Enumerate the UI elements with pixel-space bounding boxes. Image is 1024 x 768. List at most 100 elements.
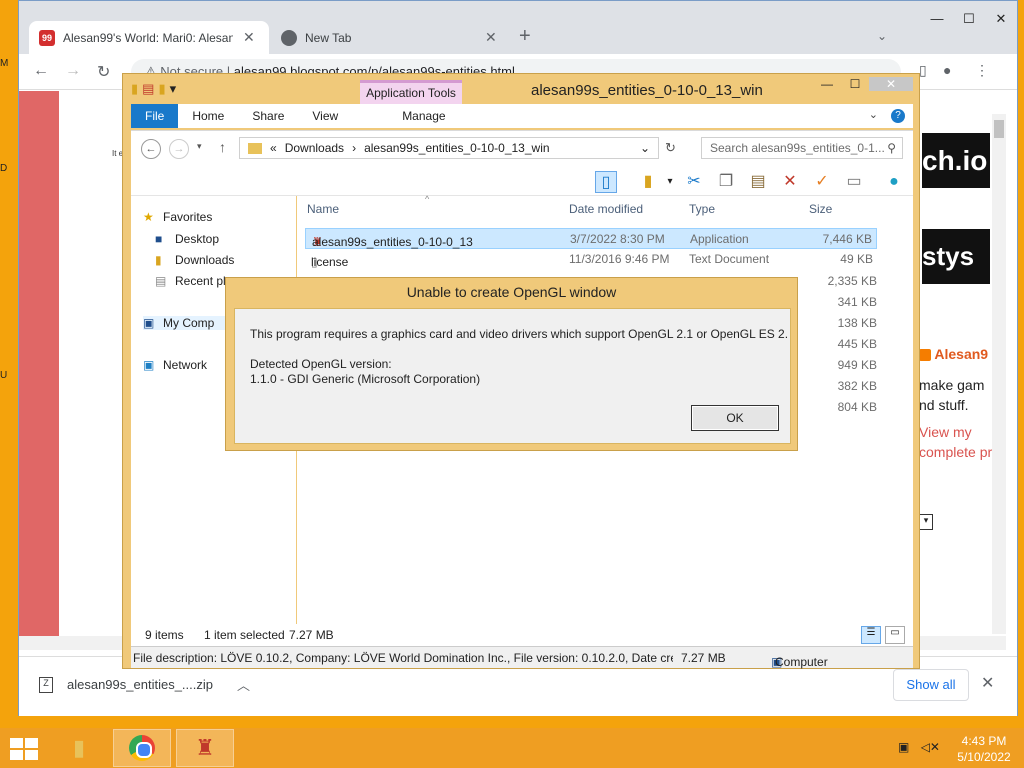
maximize-button[interactable]: ☐	[953, 11, 985, 27]
network-tray-icon[interactable]: ▣	[898, 740, 909, 754]
breadcrumb-downloads[interactable]: Downloads	[285, 141, 344, 155]
breadcrumb-current[interactable]: alesan99s_entities_0-10-0_13_win	[364, 141, 549, 155]
customize-toolbar-icon[interactable]: ▾	[170, 81, 177, 97]
forward-icon[interactable]: →	[65, 62, 81, 80]
profile-icon[interactable]: ●	[943, 62, 951, 78]
details-view-icon[interactable]: ☰	[861, 626, 881, 644]
folder-icon[interactable]: ▮	[131, 81, 138, 97]
view-profile-link[interactable]: View my complete pro	[919, 422, 1000, 462]
close-button[interactable]: ✕	[985, 11, 1017, 27]
nav-recent-places[interactable]: ▤ Recent pl	[155, 274, 226, 288]
start-button[interactable]	[10, 738, 38, 760]
reload-icon[interactable]: ↻	[97, 62, 110, 82]
tab-home[interactable]: Home	[178, 104, 238, 128]
large-icons-view-icon[interactable]: ▭	[885, 626, 905, 644]
tab-new-tab[interactable]: New Tab ✕	[271, 21, 511, 54]
up-icon[interactable]: ↑	[219, 139, 226, 155]
download-item[interactable]: Z alesan99s_entities_....zip ︿	[39, 675, 250, 694]
tab-file[interactable]: File	[131, 104, 179, 128]
show-all-button[interactable]: Show all	[893, 669, 969, 701]
side-panel-icon[interactable]: ▯	[919, 62, 927, 79]
tab-search-icon[interactable]: ⌄	[877, 29, 887, 43]
copy-icon[interactable]: ❐	[715, 171, 737, 193]
properties-icon[interactable]: ▤	[142, 81, 154, 97]
close-shelf-icon[interactable]: ✕	[981, 673, 994, 693]
dropdown-arrow-icon[interactable]: ▾	[919, 514, 933, 530]
nav-downloads[interactable]: ▮ Downloads	[155, 253, 234, 267]
desktop-icon-label[interactable]: M	[0, 58, 12, 69]
menu-icon[interactable]: ⋮	[975, 62, 989, 79]
tab-manage[interactable]: Manage	[380, 104, 467, 128]
cut-icon[interactable]: ✂	[683, 171, 705, 193]
close-tab-icon[interactable]: ✕	[243, 29, 255, 46]
chevron-up-icon[interactable]: ︿	[237, 675, 250, 694]
new-folder-icon[interactable]: ▮	[158, 81, 165, 97]
explorer-search-input[interactable]: Search alesan99s_entities_0-1... ⚲	[701, 137, 903, 159]
select-icon[interactable]: ▭	[843, 171, 865, 193]
paste-icon[interactable]: ▤	[747, 171, 769, 193]
file-detail-size: 7.27 MB	[681, 651, 726, 665]
breadcrumb-overflow[interactable]: «	[270, 141, 277, 155]
explorer-address-bar[interactable]: « Downloads › alesan99s_entities_0-10-0_…	[239, 137, 659, 159]
taskbar-mari0[interactable]: ♜	[176, 729, 234, 767]
refresh-icon[interactable]: ↻	[665, 140, 676, 156]
address-dropdown-icon[interactable]: ⌄	[640, 141, 650, 155]
itch-banner[interactable]: ch.io	[922, 133, 990, 188]
delete-icon[interactable]: ✕	[779, 171, 801, 193]
new-tab-button[interactable]: +	[519, 25, 531, 48]
dialog-message: This program requires a graphics card an…	[250, 327, 789, 341]
file-size: 949 KB	[837, 358, 877, 372]
maximize-button[interactable]: ☐	[841, 77, 869, 91]
blog-author-name[interactable]: Alesan9	[919, 346, 988, 362]
taskbar-chrome[interactable]	[113, 729, 171, 767]
nav-label: Favorites	[163, 210, 213, 224]
expand-ribbon-icon[interactable]: ⌄	[869, 109, 878, 121]
taskbar-clock[interactable]: 4:43 PM 5/10/2022	[952, 733, 1016, 765]
back-icon[interactable]: ←	[141, 139, 161, 159]
nav-network[interactable]: ▣ Network	[143, 358, 207, 372]
properties-icon[interactable]: ▮	[637, 171, 659, 193]
column-date-modified[interactable]: Date modified	[569, 202, 643, 216]
page-scrollbar[interactable]	[992, 114, 1006, 634]
close-button[interactable]: ✕	[869, 77, 913, 91]
file-date: 3/7/2022 8:30 PM	[570, 232, 665, 246]
minimize-button[interactable]: —	[921, 11, 953, 27]
forward-icon[interactable]: →	[169, 139, 189, 159]
tab-share[interactable]: Share	[238, 104, 298, 128]
file-row[interactable]: ▯ license 11/3/2016 9:46 PM Text Documen…	[305, 249, 877, 270]
globe-icon[interactable]: ●	[883, 171, 905, 193]
ok-button[interactable]: OK	[691, 405, 779, 431]
blogger-icon	[919, 349, 931, 362]
volume-muted-icon[interactable]: ◁✕	[921, 740, 940, 754]
tab-view[interactable]: View	[298, 104, 352, 128]
close-tab-icon[interactable]: ✕	[485, 29, 497, 46]
stys-banner[interactable]: stys	[922, 229, 990, 284]
help-icon[interactable]: ?	[891, 109, 905, 123]
preview-pane-icon[interactable]: ▯	[595, 171, 617, 193]
column-type[interactable]: Type	[689, 202, 715, 216]
rename-check-icon[interactable]: ✓	[811, 171, 833, 193]
selection-count: 1 item selected	[204, 628, 285, 642]
taskbar-file-explorer[interactable]: ▮	[50, 729, 108, 767]
file-row[interactable]: ♜ alesan99s_entities_0-10-0_13 3/7/2022 …	[305, 228, 877, 249]
back-icon[interactable]: ←	[33, 62, 49, 80]
breadcrumb-separator[interactable]: ›	[352, 141, 356, 155]
details-bar: File description: LÖVE 0.10.2, Company: …	[131, 646, 913, 669]
column-size[interactable]: Size	[809, 202, 832, 216]
tab-alesan99[interactable]: 99 Alesan99's World: Mari0: Alesan99 ✕	[29, 21, 269, 54]
properties-dropdown-icon[interactable]: ▾	[659, 171, 681, 193]
dialog-body: This program requires a graphics card an…	[234, 308, 791, 444]
download-file-name: alesan99s_entities_....zip	[67, 677, 213, 692]
windows-logo-pane	[25, 750, 38, 760]
file-date: 11/3/2016 9:46 PM	[569, 252, 670, 266]
taskbar: ▮ ♜ ▣ ◁✕ 4:43 PM 5/10/2022	[0, 728, 1024, 768]
nav-favorites[interactable]: ★ Favorites	[143, 210, 212, 224]
desktop-icon-label[interactable]: U	[0, 370, 12, 381]
site-favicon-icon: 99	[39, 29, 55, 46]
desktop-icon-label[interactable]: D	[0, 163, 12, 174]
column-name[interactable]: Name	[307, 202, 339, 216]
recent-locations-icon[interactable]: ▾	[197, 141, 202, 152]
minimize-button[interactable]: —	[813, 77, 841, 91]
scrollbar-thumb[interactable]	[994, 120, 1004, 138]
nav-desktop[interactable]: ■ Desktop	[155, 232, 219, 246]
